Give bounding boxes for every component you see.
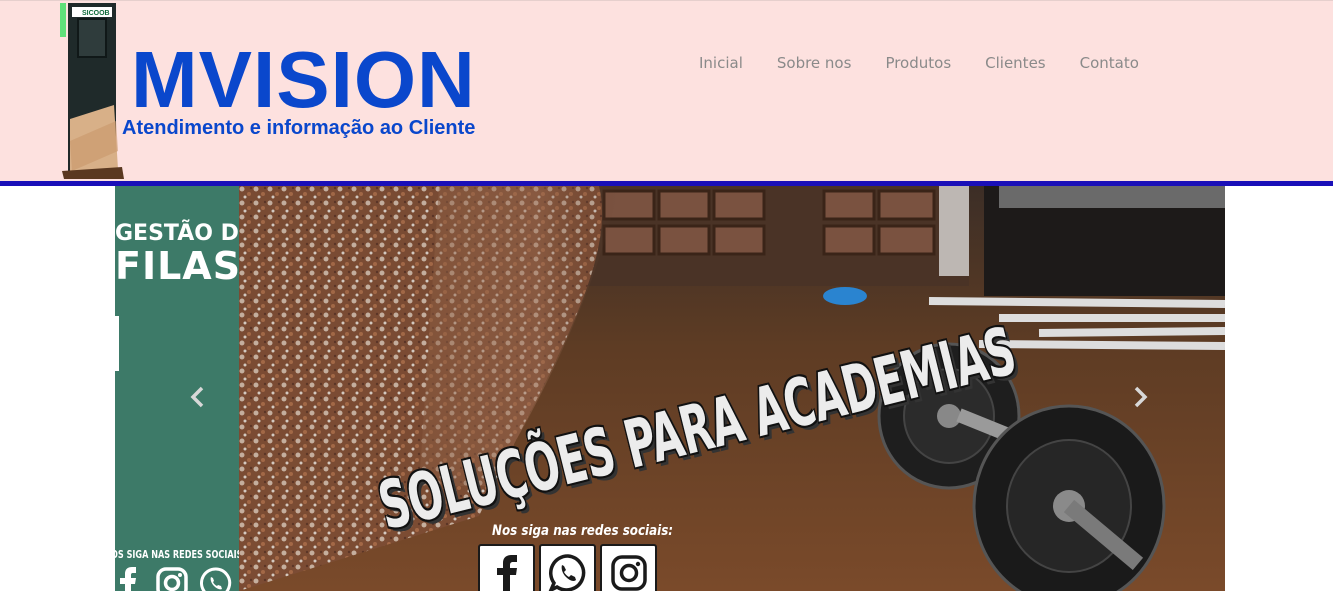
whatsapp-icon xyxy=(547,553,585,591)
carousel-prev-button[interactable] xyxy=(186,382,210,412)
chevron-right-icon xyxy=(1134,386,1148,408)
facebook-link[interactable] xyxy=(478,544,535,591)
nav-link-inicial[interactable]: Inicial xyxy=(682,53,760,73)
facebook-icon xyxy=(120,567,136,591)
slide-social-icons xyxy=(478,544,657,591)
brand-name: MVISION xyxy=(131,35,476,124)
slide-follow-text: Nos siga nas redes sociais: xyxy=(492,523,674,539)
previous-slide-peek: GESTÃO DE FILAS OS SIGA NAS REDES SOCIAI… xyxy=(115,186,254,591)
chevron-left-icon xyxy=(190,386,204,408)
brand-tagline: Atendimento e informação ao Cliente xyxy=(122,117,476,139)
instagram-icon xyxy=(156,567,188,591)
nav-link-produtos[interactable]: Produtos xyxy=(868,53,968,73)
whatsapp-icon xyxy=(200,567,232,591)
side-social-icons xyxy=(115,566,233,591)
nav-link-clientes[interactable]: Clientes xyxy=(968,53,1062,73)
side-divider xyxy=(115,316,119,371)
site-logo[interactable]: SICOOB MVISION Atendimento e informação … xyxy=(58,1,558,181)
carousel-next-button[interactable] xyxy=(1128,382,1152,412)
facebook-icon xyxy=(496,554,517,591)
instagram-link[interactable] xyxy=(600,544,657,591)
kiosk-label: SICOOB xyxy=(82,10,110,17)
side-social-text: OS SIGA NAS REDES SOCIAIS xyxy=(115,548,243,561)
kiosk-totem-image: SICOOB xyxy=(60,3,124,179)
main-nav: Inicial Sobre nos Produtos Clientes Cont… xyxy=(682,53,1156,73)
side-title-line1: GESTÃO DE xyxy=(115,221,254,246)
whatsapp-link[interactable] xyxy=(539,544,596,591)
side-title-line2: FILAS xyxy=(115,244,242,288)
site-header: SICOOB MVISION Atendimento e informação … xyxy=(0,0,1333,182)
instagram-icon xyxy=(610,554,647,591)
image-carousel: GESTÃO DE FILAS OS SIGA NAS REDES SOCIAI… xyxy=(115,186,1225,591)
nav-link-contato[interactable]: Contato xyxy=(1063,53,1156,73)
nav-link-sobre-nos[interactable]: Sobre nos xyxy=(760,53,869,73)
